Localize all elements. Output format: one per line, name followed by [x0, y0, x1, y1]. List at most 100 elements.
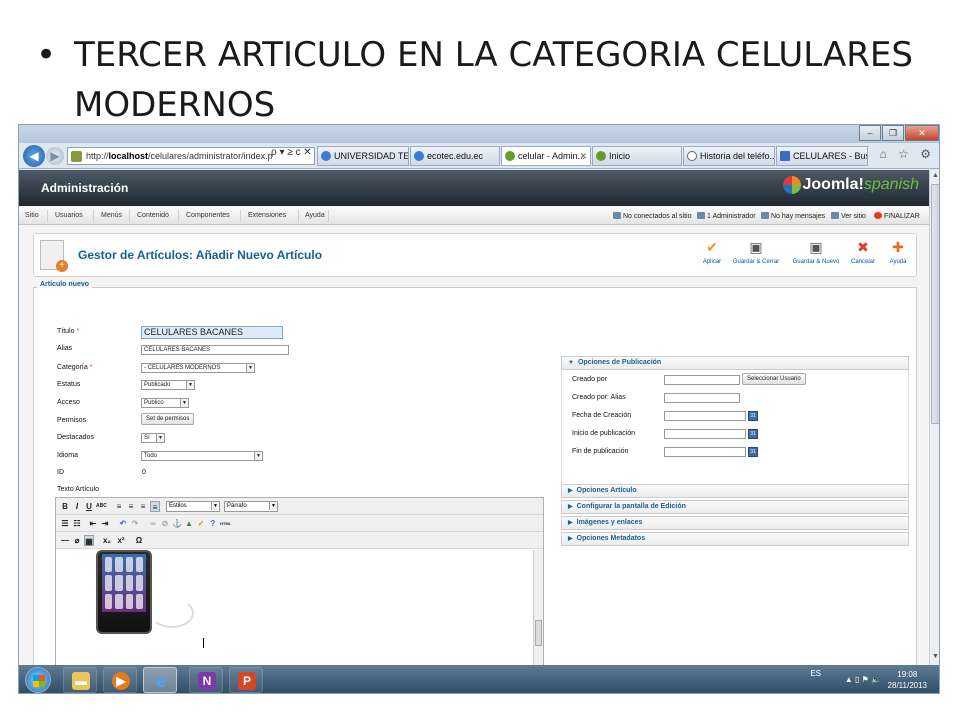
justify-icon[interactable]: ≡ [150, 501, 160, 512]
status-messages[interactable]: No hay mensajes [761, 212, 825, 220]
access-select[interactable]: Publico ▼ [141, 398, 189, 408]
chevron-down-icon: ▼ [269, 502, 277, 510]
created-date-input[interactable] [664, 411, 746, 421]
edit-screen-options-header[interactable]: ▶ Configurar la pantalla de Edición [561, 500, 909, 514]
created-alias-input[interactable] [664, 393, 740, 403]
anchor-icon[interactable]: ⚓ [172, 518, 182, 529]
start-button[interactable] [25, 667, 51, 693]
status-select[interactable]: Publicado ▼ [141, 380, 195, 390]
tab-celular-admin[interactable]: celular - Admin... ✕ [501, 146, 591, 166]
tab-historia[interactable]: Historia del teléfo... [683, 146, 775, 166]
wikipedia-tab-icon [687, 151, 697, 161]
tab-celulares-busc[interactable]: CELULARES - Busc... [776, 146, 868, 166]
help-button[interactable]: ✚ Ayuda [886, 238, 910, 265]
bullet-list-icon[interactable]: ☰ [60, 518, 70, 529]
visual-aid-icon[interactable]: ▦ [84, 535, 94, 546]
tab-ecotec[interactable]: ecotec.edu.ec [410, 146, 500, 166]
horizontal-rule-icon[interactable]: — [60, 535, 70, 546]
tab-universidad[interactable]: UNIVERSIDAD TEC... [317, 146, 409, 166]
unlink-icon[interactable]: ⊘ [160, 518, 170, 529]
url-tools-icons[interactable]: ρ ▾ ≥ c ✕ [271, 147, 312, 158]
window-controls: – ❐ ✕ [858, 125, 939, 141]
view-site-link[interactable]: Ver sitio [831, 212, 866, 220]
image-icon[interactable]: ▲ [184, 518, 194, 529]
indent-icon[interactable]: ⇥ [100, 518, 110, 529]
tray-icons[interactable]: ▲ ▯ ⚑ 🔈 [845, 675, 881, 684]
menu-ayuda[interactable]: Ayuda [305, 212, 325, 219]
publish-down-input[interactable] [664, 447, 746, 457]
article-options-header[interactable]: ▶ Opciones Artículo [561, 484, 909, 498]
numbered-list-icon[interactable]: ☷ [72, 518, 82, 529]
save-new-icon: ▣ [809, 239, 823, 255]
language-indicator[interactable]: ES [810, 669, 821, 678]
title-input[interactable]: CELULARES BACANES [141, 326, 283, 339]
menu-contenido[interactable]: Contenido [137, 212, 169, 219]
italic-button[interactable]: I [72, 501, 82, 512]
subscript-icon[interactable]: x₂ [102, 535, 112, 546]
underline-button[interactable]: U [84, 501, 94, 512]
menu-menus[interactable]: Menús [101, 212, 122, 219]
align-left-icon[interactable]: ≡ [114, 501, 124, 512]
strikethrough-button[interactable]: ABC [96, 501, 107, 512]
save-new-button[interactable]: ▣ Guardar & Nuevo [788, 238, 844, 265]
menu-componentes[interactable]: Componentes [186, 212, 230, 219]
redo-icon[interactable]: ↷ [130, 518, 140, 529]
menu-usuarios[interactable]: Usuarios [55, 212, 83, 219]
taskbar-internet-explorer[interactable]: e [143, 667, 177, 693]
menu-extensiones[interactable]: Extensiones [248, 212, 286, 219]
cleanup-icon[interactable]: ✓ [196, 518, 206, 529]
superscript-icon[interactable]: x² [116, 535, 126, 546]
link-icon[interactable]: ∞ [148, 518, 158, 529]
editor-scrollbar[interactable] [533, 550, 543, 668]
remove-format-icon[interactable]: ⌀ [72, 535, 82, 546]
save-close-button[interactable]: ▣ Guardar & Cerrar [730, 238, 782, 265]
close-window-button[interactable]: ✕ [905, 125, 939, 141]
browser-tool-icons[interactable]: ⌂ ☆ ⚙ [880, 147, 935, 161]
publishing-options-header[interactable]: ▼ Opciones de Publicación [561, 356, 909, 370]
align-right-icon[interactable]: ≡ [138, 501, 148, 512]
help-editor-icon[interactable]: ? [208, 518, 218, 529]
taskbar-onenote[interactable]: N [189, 667, 223, 693]
minimize-button[interactable]: – [859, 125, 881, 141]
maximize-button[interactable]: ❐ [882, 125, 904, 141]
taskbar-explorer[interactable]: ▬ [63, 667, 97, 693]
calendar-icon[interactable]: 31 [748, 447, 758, 457]
ie-tab-icon [414, 151, 424, 161]
html-source-icon[interactable]: HTML [220, 518, 231, 529]
forward-button[interactable]: ▶ [46, 147, 64, 165]
undo-icon[interactable]: ↶ [118, 518, 128, 529]
metadata-options-header[interactable]: ▶ Opciones Metadatos [561, 532, 909, 546]
special-char-icon[interactable]: Ω [134, 535, 144, 546]
calendar-icon[interactable]: 31 [748, 411, 758, 421]
apply-button[interactable]: ✔ Aplicar [700, 238, 724, 265]
menu-sitio[interactable]: Sitio [25, 212, 39, 219]
category-select[interactable]: - CELULARES MODERNOS ▼ [141, 363, 255, 373]
select-user-button[interactable]: Seleccionar Usuario [742, 373, 806, 385]
format-select[interactable]: Párrafo ▼ [224, 501, 278, 512]
close-tab-icon[interactable]: ✕ [579, 147, 587, 165]
page-scrollbar[interactable]: ▲ ▼ [929, 170, 939, 665]
align-center-icon[interactable]: ≡ [126, 501, 136, 512]
outdent-icon[interactable]: ⇤ [88, 518, 98, 529]
alias-input[interactable]: CELULARES BACANES [141, 345, 289, 355]
bold-button[interactable]: B [60, 501, 70, 512]
calendar-icon[interactable]: 31 [748, 429, 758, 439]
editor-content-area[interactable] [56, 550, 543, 668]
cancel-button[interactable]: ✖ Cancelar [848, 238, 878, 265]
tab-inicio[interactable]: Inicio [592, 146, 682, 166]
taskbar-media-player[interactable]: ▶ [103, 667, 137, 693]
publish-up-input[interactable] [664, 429, 746, 439]
featured-select[interactable]: Sí ▼ [141, 433, 165, 443]
system-clock[interactable]: 19:08 28/11/2013 [888, 669, 927, 691]
images-links-header[interactable]: ▶ Imágenes y enlaces [561, 516, 909, 530]
logout-link[interactable]: FINALIZAR [874, 212, 920, 220]
publishing-options-body: Creado por Seleccionar Usuario Creado po… [561, 370, 909, 490]
scrollbar-thumb[interactable] [931, 184, 939, 424]
permissions-button[interactable]: Set de permisos [141, 413, 195, 425]
styles-select[interactable]: Estilos ▼ [166, 501, 220, 512]
language-select[interactable]: Todo ▼ [141, 451, 263, 461]
back-button[interactable]: ◀ [23, 145, 45, 167]
joomla-menu-bar: Sitio Usuarios Menús Contenido Component… [19, 207, 929, 225]
taskbar-powerpoint[interactable]: P [229, 667, 263, 693]
created-by-input[interactable] [664, 375, 740, 385]
